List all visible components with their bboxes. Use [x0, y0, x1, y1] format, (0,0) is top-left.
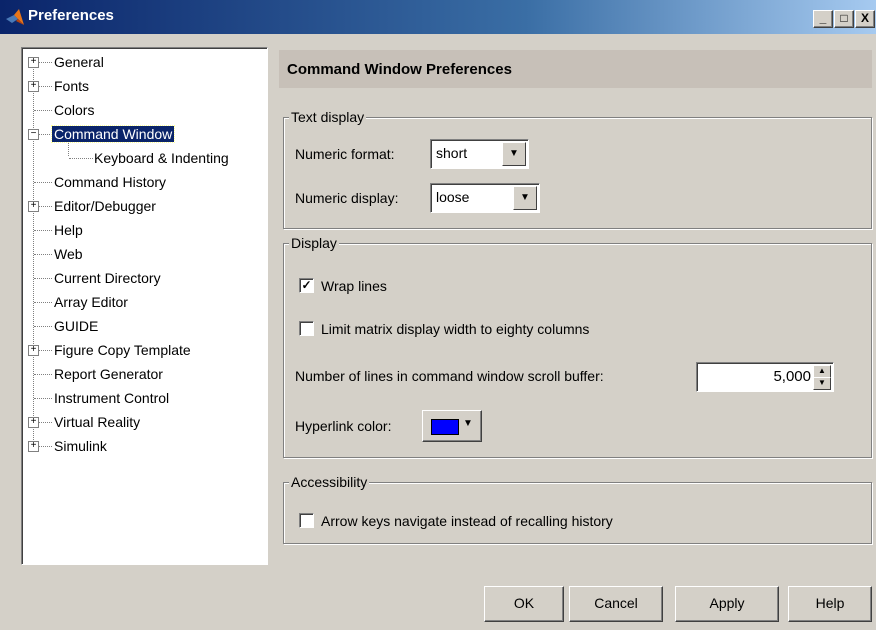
- tree-item[interactable]: General: [52, 52, 106, 72]
- tree-item-label: Help: [54, 222, 83, 238]
- apply-button[interactable]: Apply: [675, 586, 779, 622]
- matlab-logo-icon: [6, 9, 24, 25]
- tree-item-label: Figure Copy Template: [54, 342, 191, 358]
- tree-item-label: Report Generator: [54, 366, 163, 382]
- tree-item-label: Fonts: [54, 78, 90, 94]
- tree-item-label: Array Editor: [54, 294, 128, 310]
- tree-item[interactable]: Command History: [52, 172, 168, 192]
- tree-connector-line: [34, 230, 52, 231]
- check-icon: ✓: [301, 278, 312, 292]
- tree-item-label: Current Directory: [54, 270, 161, 286]
- chevron-down-icon: ▼: [463, 418, 473, 429]
- text-display-legend: Text display: [289, 109, 367, 125]
- maximize-button[interactable]: □: [834, 10, 854, 28]
- tree-item-label: Editor/Debugger: [54, 198, 156, 214]
- hyperlink-color-label: Hyperlink color:: [295, 418, 392, 434]
- ok-button[interactable]: OK: [484, 586, 564, 622]
- arrow-keys-checkbox[interactable]: [299, 513, 314, 528]
- tree-connector-line: [34, 326, 52, 327]
- tree-item-label: Simulink: [54, 438, 107, 454]
- expand-icon[interactable]: +: [28, 81, 39, 92]
- expand-icon[interactable]: +: [28, 417, 39, 428]
- tree-item-label: Command Window: [50, 125, 176, 143]
- tree-item-label: Keyboard & Indenting: [94, 150, 229, 166]
- tree-item[interactable]: Current Directory: [52, 268, 163, 288]
- tree-item[interactable]: GUIDE: [52, 316, 100, 336]
- scroll-buffer-label: Number of lines in command window scroll…: [295, 368, 604, 384]
- tree-connector-line: [69, 158, 93, 159]
- numeric-display-select[interactable]: loose ▼: [430, 183, 540, 213]
- tree-item[interactable]: Fonts: [52, 76, 91, 96]
- tree-item-label: Web: [54, 246, 83, 262]
- panel-header: Command Window Preferences: [279, 50, 872, 88]
- close-button[interactable]: X: [855, 10, 875, 28]
- tree-item[interactable]: Editor/Debugger: [52, 196, 158, 216]
- help-button[interactable]: Help: [788, 586, 872, 622]
- tree-item[interactable]: Report Generator: [52, 364, 165, 384]
- window-title: Preferences: [28, 7, 114, 24]
- chevron-down-icon[interactable]: ▼: [502, 142, 526, 166]
- tree-item[interactable]: Simulink: [52, 436, 109, 456]
- tree-connector-line: [34, 398, 52, 399]
- collapse-icon[interactable]: −: [28, 129, 39, 140]
- tree-item-label: General: [54, 54, 104, 70]
- numeric-format-select[interactable]: short ▼: [430, 139, 529, 169]
- scroll-buffer-spinner[interactable]: 5,000 ▲ ▼: [696, 362, 834, 392]
- tree-item[interactable]: Web: [52, 244, 85, 264]
- tree-connector-line: [34, 374, 52, 375]
- numeric-format-label: Numeric format:: [295, 146, 395, 162]
- spin-down-icon[interactable]: ▼: [813, 377, 831, 390]
- expand-icon[interactable]: +: [28, 201, 39, 212]
- cancel-button[interactable]: Cancel: [569, 586, 663, 622]
- tree-item-label: Virtual Reality: [54, 414, 141, 430]
- tree-item[interactable]: Help: [52, 220, 85, 240]
- tree-item[interactable]: Colors: [52, 100, 96, 120]
- tree-connector-line: [34, 254, 52, 255]
- panel-title: Command Window Preferences: [287, 61, 512, 78]
- chevron-down-icon[interactable]: ▼: [513, 186, 537, 210]
- expand-icon[interactable]: +: [28, 57, 39, 68]
- display-legend: Display: [289, 235, 339, 251]
- tree-item-label: Instrument Control: [54, 390, 170, 406]
- minimize-button[interactable]: _: [813, 10, 833, 28]
- tree-connector-line: [34, 278, 52, 279]
- tree-item-label: GUIDE: [54, 318, 99, 334]
- tree-item-label: Command History: [54, 174, 167, 190]
- numeric-format-value: short: [436, 145, 468, 161]
- tree-connector-line: [34, 182, 52, 183]
- tree-item[interactable]: Figure Copy Template: [52, 340, 193, 360]
- tree-connector-line: [34, 302, 52, 303]
- expand-icon[interactable]: +: [28, 345, 39, 356]
- expand-icon[interactable]: +: [28, 441, 39, 452]
- wrap-lines-label: Wrap lines: [321, 278, 387, 294]
- tree-item[interactable]: Command Window: [50, 124, 176, 144]
- tree-item-label: Colors: [54, 102, 95, 118]
- limit-width-checkbox[interactable]: [299, 321, 314, 336]
- tree-item[interactable]: Keyboard & Indenting: [92, 148, 231, 168]
- accessibility-legend: Accessibility: [289, 474, 370, 490]
- wrap-lines-checkbox[interactable]: ✓: [299, 278, 314, 293]
- arrow-keys-label: Arrow keys navigate instead of recalling…: [321, 513, 613, 529]
- tree-item[interactable]: Virtual Reality: [52, 412, 142, 432]
- tree-item[interactable]: Instrument Control: [52, 388, 171, 408]
- color-swatch: [431, 419, 459, 435]
- numeric-display-value: loose: [436, 189, 470, 205]
- scroll-buffer-value: 5,000: [773, 368, 811, 385]
- hyperlink-color-button[interactable]: ▼: [422, 410, 482, 442]
- tree-item[interactable]: Array Editor: [52, 292, 130, 312]
- preferences-tree[interactable]: + General + Fonts Colors − Command Window Keybo…: [21, 47, 268, 565]
- limit-width-label: Limit matrix display width to eighty col…: [321, 321, 590, 337]
- text-display-group: [283, 117, 872, 229]
- tree-connector-line: [34, 110, 52, 111]
- numeric-display-label: Numeric display:: [295, 190, 399, 206]
- title-bar[interactable]: Preferences _ □ X: [0, 0, 876, 34]
